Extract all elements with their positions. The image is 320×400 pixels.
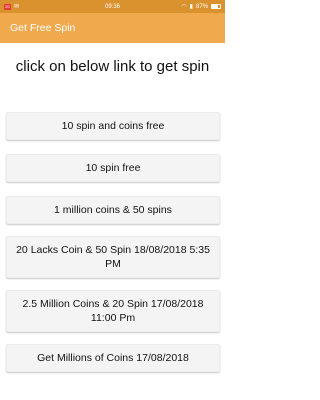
link-button-3[interactable]: 1 million coins & 50 spins — [6, 196, 220, 224]
app-title: Get Free Spin — [10, 22, 76, 34]
status-left: 20 ✉ — [4, 3, 19, 10]
app-bar: Get Free Spin — [0, 13, 225, 43]
link-button-2[interactable]: 10 spin free — [6, 154, 220, 182]
battery-icon — [211, 4, 221, 9]
notification-badge-icon: 20 — [4, 3, 11, 10]
link-button-5[interactable]: 2.5 Million Coins & 20 Spin 17/08/2018 1… — [6, 290, 220, 332]
status-bar: 20 ✉ 09:36 ◠ ▮ 87% — [0, 0, 225, 13]
signal-icon: ▮ — [189, 4, 193, 10]
link-button-1[interactable]: 10 spin and coins free — [6, 112, 220, 140]
status-right: ◠ ▮ 87% — [181, 3, 221, 10]
battery-percent: 87% — [195, 3, 208, 10]
wifi-icon: ◠ — [181, 4, 187, 10]
page-heading: click on below link to get spin — [15, 58, 210, 75]
link-button-6[interactable]: Get Millions of Coins 17/08/2018 — [6, 344, 220, 372]
link-button-4[interactable]: 20 Lacks Coin & 50 Spin 18/08/2018 5:35 … — [6, 236, 220, 278]
notification-icon: ✉ — [14, 4, 20, 10]
